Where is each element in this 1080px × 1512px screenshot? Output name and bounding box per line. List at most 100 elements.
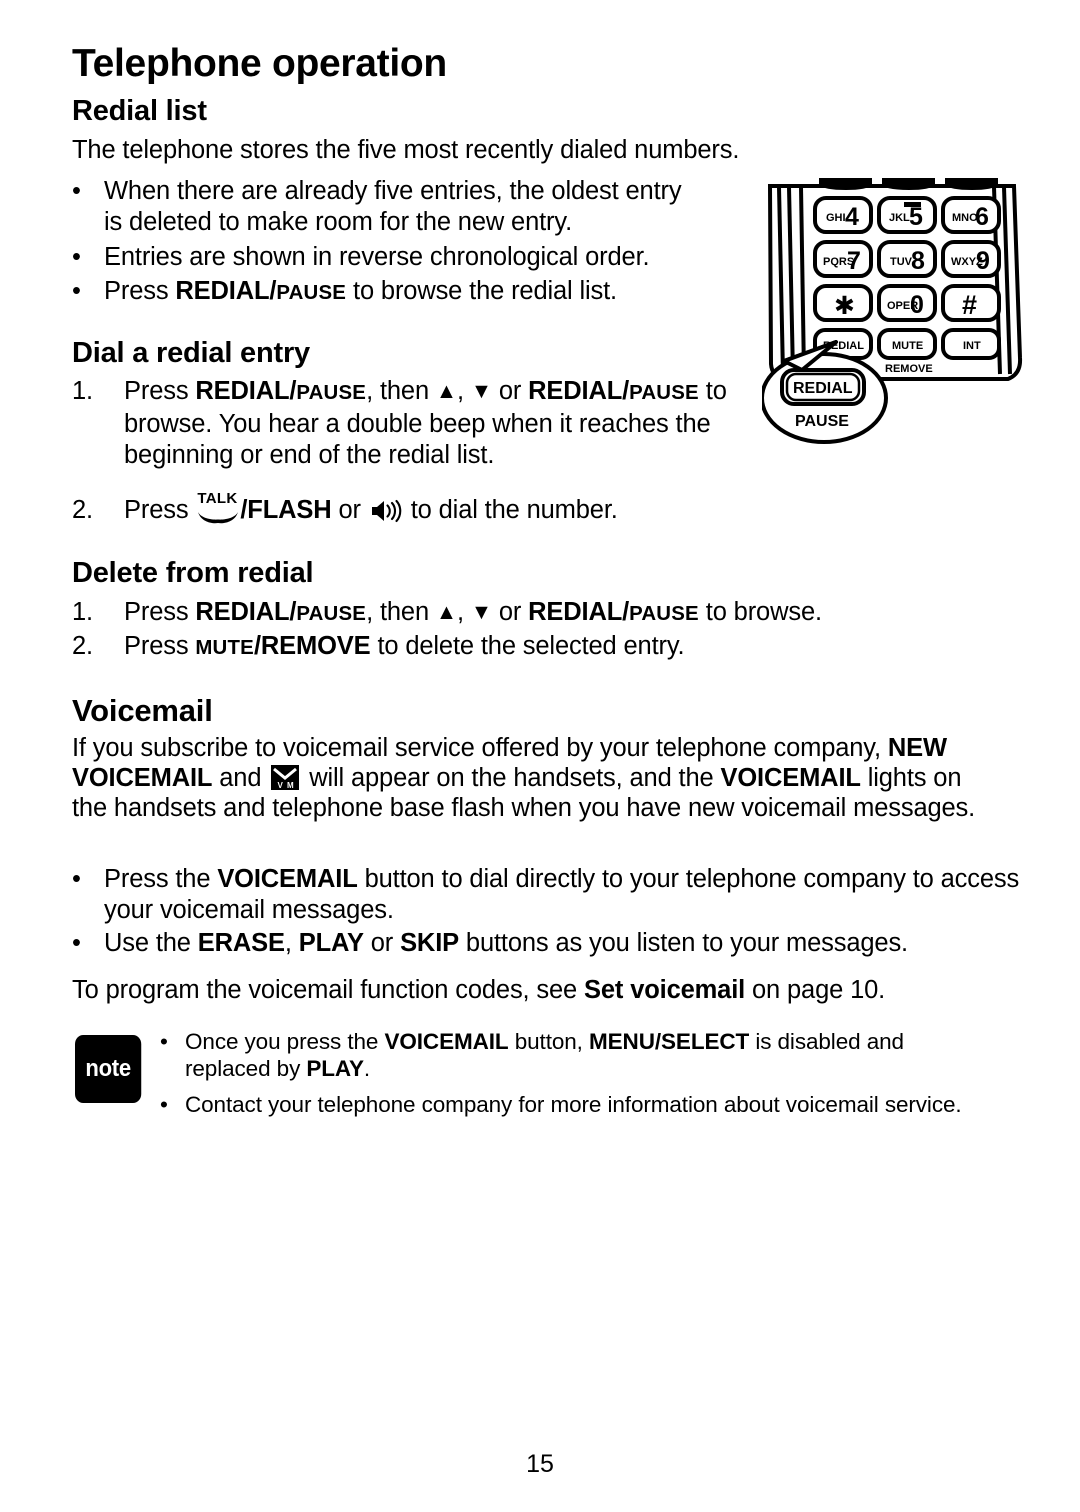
t: , then — [366, 377, 436, 405]
bullet-marker: • — [72, 865, 81, 893]
bullet-marker: • — [72, 243, 81, 271]
svg-text:TUV: TUV — [890, 256, 913, 268]
t: or — [363, 929, 401, 957]
key-label-redial: REDIAL — [528, 598, 623, 626]
text-prefix: Press — [104, 277, 176, 305]
heading-voicemail: Voicemail — [72, 693, 213, 728]
list-item: 2. Press MUTE/REMOVE to delete the selec… — [72, 631, 1024, 664]
t: , — [456, 598, 471, 626]
t: , — [456, 377, 471, 405]
list-item: • When there are already five entries, t… — [72, 176, 704, 238]
label-menu-select: MENU/SELECT — [589, 1029, 750, 1054]
step-number: 1. — [72, 377, 93, 405]
redial-list-intro: The telephone stores the five most recen… — [72, 136, 740, 164]
note-item: • Contact your telephone company for more… — [160, 1091, 970, 1118]
svg-text:9: 9 — [976, 247, 990, 275]
note-badge: note — [75, 1035, 142, 1103]
voicemail-bullet-2: Use the ERASE, PLAY or SKIP buttons as y… — [104, 928, 1044, 959]
t: and — [212, 764, 269, 792]
key-label-redial: REDIAL — [175, 277, 270, 305]
dial-step-1-text: Press REDIAL/PAUSE, then ▲, ▼ or REDIAL/… — [124, 376, 784, 471]
bullet-marker: • — [160, 1029, 168, 1054]
bullet-marker: • — [72, 929, 81, 957]
bullet-marker: • — [160, 1092, 168, 1117]
list-item: • Press REDIAL/PAUSE to browse the redia… — [72, 276, 764, 309]
voicemail-bullet-1: Press the VOICEMAIL button to dial direc… — [104, 864, 1044, 926]
step-number: 2. — [72, 496, 93, 524]
bullet-marker: • — [72, 177, 81, 205]
t: , — [284, 929, 299, 957]
t: Once you press the — [185, 1029, 385, 1054]
key-label-flash: /FLASH — [240, 496, 332, 524]
voicemail-intro: If you subscribe to voicemail service of… — [72, 733, 1002, 823]
dial-step-2-text: Press TALK/FLASH or to dial the number. — [124, 491, 824, 526]
list-item: • Entries are shown in reverse chronolog… — [72, 242, 744, 273]
t: on page 10. — [745, 976, 886, 1004]
keypad-illustration-svg: GHI 4 JKL 5 MNO 6 PQRS 7 TUV 8 WXYZ 9 ✱ … — [762, 178, 1023, 444]
arrow-up-icon: ▲ — [435, 379, 457, 403]
t: button, — [508, 1029, 589, 1054]
t: Contact your telephone company for more … — [185, 1092, 962, 1117]
key-label-redial: REDIAL — [528, 377, 623, 405]
note-list: • Once you press the VOICEMAIL button, ME… — [160, 1028, 970, 1127]
key-label-remove: /REMOVE — [253, 632, 371, 660]
t: Press — [124, 496, 196, 524]
svg-text:REDIAL: REDIAL — [793, 380, 853, 397]
note-badge-label: note — [85, 1055, 131, 1082]
t: , then — [366, 598, 436, 626]
t: Press the — [104, 865, 218, 893]
svg-text:MUTE: MUTE — [892, 340, 923, 352]
label-voicemail: VOICEMAIL — [384, 1029, 509, 1054]
talk-icon-label: TALK — [197, 490, 238, 507]
text-suffix: to browse the redial list. — [346, 277, 617, 305]
label-play: PLAY — [298, 929, 364, 957]
label-play: PLAY — [306, 1056, 364, 1081]
svg-text:4: 4 — [845, 203, 859, 231]
svg-text:5: 5 — [909, 203, 923, 231]
key-label-pause: PAUSE — [296, 382, 367, 404]
svg-text:0: 0 — [910, 291, 924, 319]
list-item: 2. Press TALK/FLASH or to dial the numbe… — [72, 491, 824, 526]
svg-text:6: 6 — [975, 203, 989, 231]
speaker-icon — [370, 499, 402, 523]
key-label-pause: PAUSE — [629, 382, 699, 404]
svg-text:M: M — [287, 781, 294, 790]
key-label-mute: MUTE — [195, 637, 254, 659]
t: or — [331, 496, 368, 524]
t: Press — [124, 598, 196, 626]
voicemail-envelope-icon: VM — [271, 765, 300, 790]
link-set-voicemail: Set voicemail — [584, 976, 746, 1004]
t: to dial the number. — [403, 496, 618, 524]
delete-step-2-text: Press MUTE/REMOVE to delete the selected… — [124, 631, 1024, 664]
t: Press — [124, 377, 196, 405]
svg-text:#: # — [962, 290, 977, 320]
manual-page: Telephone operation Redial list The tele… — [0, 0, 1080, 1512]
redial-list-bullet-1: When there are already five entries, the… — [104, 177, 682, 236]
key-label-pause: PAUSE — [296, 603, 367, 625]
list-item: • Use the ERASE, PLAY or SKIP buttons as… — [72, 928, 1044, 959]
step-number: 1. — [72, 598, 93, 626]
t: to delete the selected entry. — [370, 632, 685, 660]
voicemail-footer: To program the voicemail function codes,… — [72, 975, 1012, 1005]
svg-text:PAUSE: PAUSE — [795, 413, 849, 430]
list-item: 1. Press REDIAL/PAUSE, then ▲, ▼ or REDI… — [72, 376, 784, 471]
heading-redial-list: Redial list — [72, 95, 207, 127]
arrow-down-icon: ▼ — [470, 600, 492, 624]
label-erase: ERASE — [197, 929, 285, 957]
svg-text:7: 7 — [847, 247, 861, 275]
t: or — [491, 598, 529, 626]
t: to browse. — [698, 598, 822, 626]
label-voicemail: VOICEMAIL — [217, 865, 358, 893]
key-label-pause: PAUSE — [276, 282, 347, 304]
svg-text:JKL: JKL — [889, 212, 910, 224]
t: Press — [124, 632, 196, 660]
key-label-redial: REDIAL — [195, 598, 290, 626]
list-item: • Press the VOICEMAIL button to dial dir… — [72, 864, 1044, 926]
svg-text:8: 8 — [911, 247, 925, 275]
svg-text:REMOVE: REMOVE — [885, 363, 933, 375]
t: or — [491, 377, 529, 405]
note-item: • Once you press the VOICEMAIL button, ME… — [160, 1028, 970, 1082]
t: . — [363, 1056, 371, 1081]
key-label-pause: PAUSE — [629, 603, 699, 625]
t: buttons as you listen to your messages. — [459, 929, 908, 957]
